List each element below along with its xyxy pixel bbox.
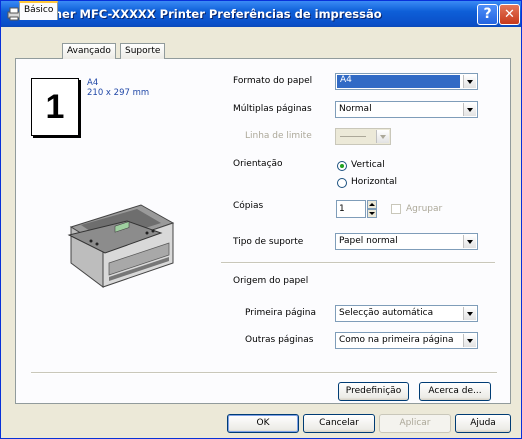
tab-suporte[interactable]: Suporte	[120, 43, 166, 59]
tab-basico[interactable]: Básico	[19, 1, 59, 20]
chevron-down-icon[interactable]	[463, 75, 476, 88]
separator	[221, 262, 495, 264]
media-type-value: Papel normal	[339, 236, 398, 246]
about-button[interactable]: Acerca de...	[419, 382, 491, 401]
multiple-pages-select[interactable]: Normal	[335, 101, 478, 118]
chevron-down-icon[interactable]	[463, 103, 476, 116]
media-type-select[interactable]: Papel normal	[335, 233, 478, 250]
border-line-label: Linha de limite	[245, 131, 312, 141]
orientation-label: Orientação	[233, 159, 283, 169]
page-preview-icon: 1	[31, 78, 79, 136]
printer-preferences-window: Brother MFC-XXXXX Printer Preferências d…	[0, 0, 522, 439]
copies-label: Cópias	[233, 201, 264, 211]
chevron-down-icon[interactable]	[463, 235, 476, 248]
orientation-vertical-label[interactable]: Vertical	[351, 160, 385, 170]
copies-down-icon[interactable]	[367, 209, 377, 218]
collate-checkbox[interactable]	[391, 204, 401, 214]
help-title-button[interactable]: ?	[477, 4, 498, 25]
border-line-select[interactable]	[335, 128, 391, 145]
line-sample	[340, 136, 366, 137]
first-page-value: Selecção automática	[339, 308, 434, 318]
first-page-label: Primeira página	[245, 308, 317, 318]
orientation-horizontal-radio[interactable]	[337, 178, 347, 188]
separator	[31, 372, 497, 374]
orientation-vertical-radio[interactable]	[337, 161, 347, 171]
paper-source-label: Origem do papel	[233, 276, 309, 286]
other-pages-label: Outras páginas	[245, 335, 314, 345]
paper-size-select[interactable]: A4	[335, 73, 478, 90]
chevron-down-icon[interactable]	[463, 334, 476, 347]
paper-size-value: A4	[337, 75, 460, 88]
collate-label: Agrupar	[406, 204, 443, 214]
chevron-down-icon[interactable]	[376, 130, 389, 143]
paper-size-name: A4	[87, 78, 99, 88]
title-bar: Brother MFC-XXXXX Printer Preferências d…	[1, 1, 521, 27]
default-button[interactable]: Predefinição	[338, 382, 409, 401]
other-pages-select[interactable]: Como na primeira página	[335, 332, 478, 349]
paper-size-label: Formato do papel	[233, 76, 313, 86]
paper-size-dimensions: 210 x 297 mm	[87, 88, 150, 98]
ok-button[interactable]: OK	[227, 414, 299, 433]
tab-avancado[interactable]: Avançado	[62, 43, 116, 59]
cancel-button[interactable]: Cancelar	[303, 414, 375, 433]
help-button[interactable]: Ajuda	[455, 414, 511, 433]
multiple-pages-value: Normal	[339, 104, 372, 114]
printer-image	[67, 204, 175, 288]
apply-button[interactable]: Aplicar	[379, 414, 451, 433]
first-page-select[interactable]: Selecção automática	[335, 305, 478, 322]
media-type-label: Tipo de suporte	[233, 237, 304, 247]
multiple-pages-label: Múltiplas páginas	[233, 104, 312, 114]
copies-up-icon[interactable]	[367, 200, 377, 209]
close-button[interactable]: ✕	[499, 4, 520, 25]
chevron-down-icon[interactable]	[463, 307, 476, 320]
orientation-horizontal-label[interactable]: Horizontal	[351, 177, 397, 187]
other-pages-value: Como na primeira página	[339, 335, 454, 345]
window-title: Brother MFC-XXXXX Printer Preferências d…	[26, 7, 382, 21]
copies-input[interactable]: 1	[336, 200, 366, 218]
